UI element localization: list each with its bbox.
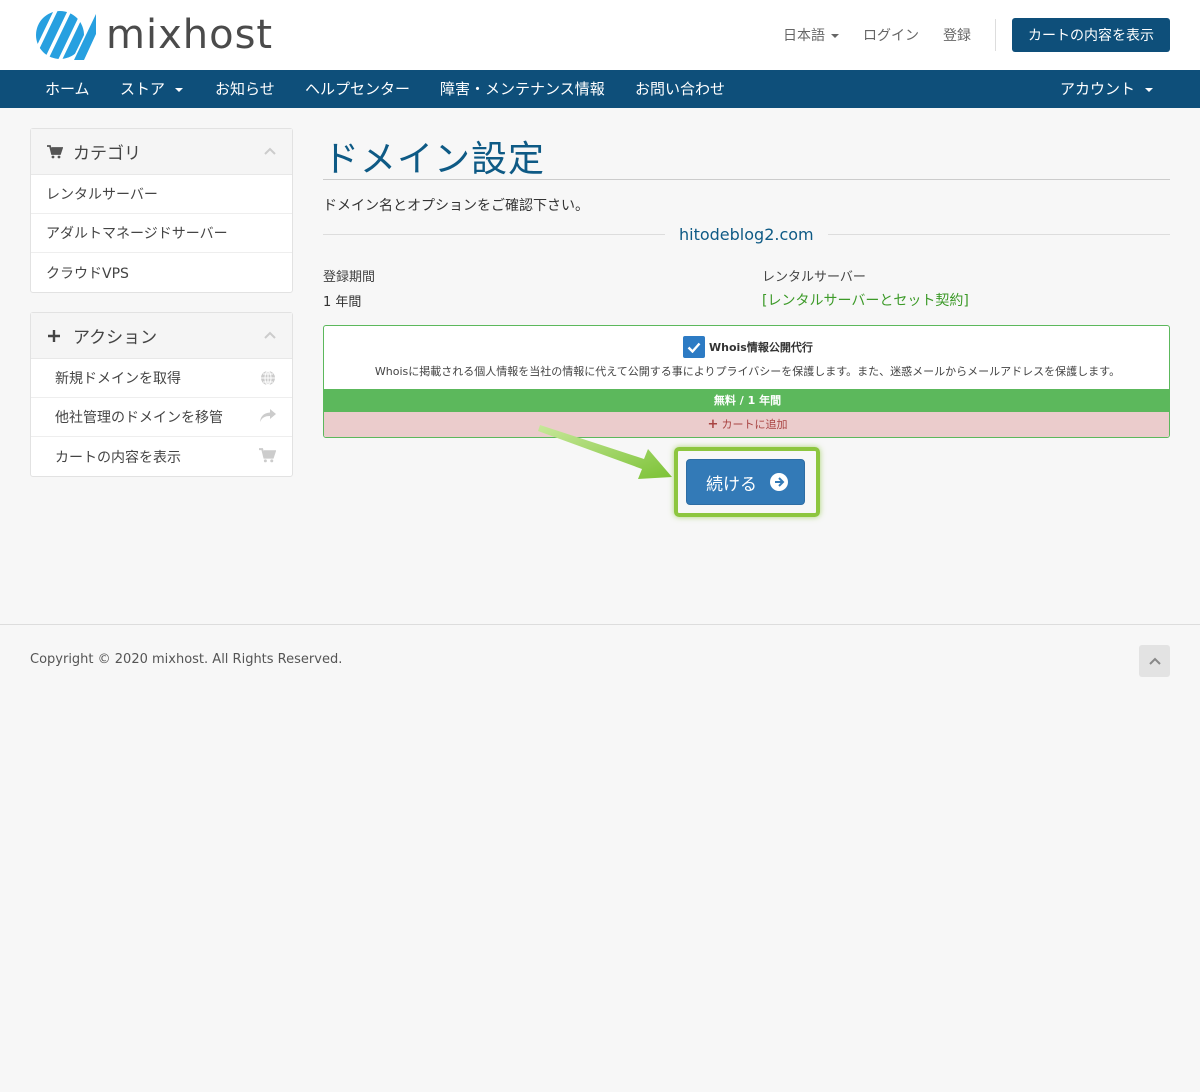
nav-account-label: アカウント xyxy=(1060,80,1136,98)
nav-store[interactable]: ストア xyxy=(120,70,184,108)
domain-name: hitodeblog2.com xyxy=(665,225,828,244)
back-to-top-button[interactable] xyxy=(1139,645,1170,677)
caret-down-icon xyxy=(1145,87,1154,92)
title-divider xyxy=(323,179,1170,180)
language-label: 日本語 xyxy=(783,28,825,44)
actions-title: アクション xyxy=(73,328,158,348)
chevron-up-icon[interactable] xyxy=(264,331,276,339)
nav-contact[interactable]: お問い合わせ xyxy=(635,70,725,108)
mixhost-logo[interactable]: mixhost xyxy=(30,10,273,60)
top-header: mixhost 日本語 ログイン 登録 カートの内容を表示 xyxy=(0,0,1200,70)
sidebar-action-label: カートの内容を表示 xyxy=(55,449,181,466)
sidebar-action-label: 他社管理のドメインを移管 xyxy=(55,410,223,426)
arrow-right-circle-icon xyxy=(770,473,788,491)
sidebar-action-transfer-domain[interactable]: 他社管理のドメインを移管 xyxy=(31,398,292,437)
categories-panel: カテゴリ レンタルサーバー アダルトマネージドサーバー クラウドVPS xyxy=(30,128,293,293)
view-cart-button[interactable]: カートの内容を表示 xyxy=(1012,18,1170,52)
chevron-up-icon[interactable] xyxy=(264,147,276,155)
whois-checkbox[interactable] xyxy=(683,336,705,358)
nav-help-center[interactable]: ヘルプセンター xyxy=(305,70,410,108)
sidebar-item-rental-server[interactable]: レンタルサーバー xyxy=(31,175,292,214)
globe-icon xyxy=(261,370,275,386)
nav-news[interactable]: お知らせ xyxy=(215,70,275,108)
logo-icon xyxy=(36,11,96,60)
green-arrow-annotation xyxy=(538,425,672,479)
cart-icon xyxy=(47,144,65,159)
header-divider xyxy=(995,19,996,51)
categories-title: カテゴリ xyxy=(73,144,141,164)
sidebar-action-view-cart[interactable]: カートの内容を表示 xyxy=(31,437,292,476)
cart-icon xyxy=(259,448,276,463)
register-link[interactable]: 登録 xyxy=(943,25,971,45)
nav-status[interactable]: 障害・メンテナンス情報 xyxy=(440,70,605,108)
sidebar-item-cloud-vps[interactable]: クラウドVPS xyxy=(31,253,292,292)
actions-panel-header[interactable]: アクション xyxy=(31,313,292,359)
whois-addon-price: 無料 / 1 年間 xyxy=(324,389,1169,412)
add-to-cart-button[interactable]: + カートに追加 xyxy=(324,412,1169,437)
caret-down-icon xyxy=(831,34,839,38)
whois-addon-title: Whois情報公開代行 xyxy=(709,341,813,354)
share-arrow-icon xyxy=(260,409,276,422)
page-title: ドメイン設定 xyxy=(323,139,546,180)
plus-icon xyxy=(47,329,65,343)
continue-button[interactable]: 続ける xyxy=(686,459,805,505)
period-label: 登録期間 xyxy=(323,270,376,285)
sidebar-action-register-domain[interactable]: 新規ドメインを取得 xyxy=(31,359,292,398)
whois-addon-description: Whoisに掲載される個人情報を当社の情報に代えて公開する事によりプライバシーを… xyxy=(374,365,1121,378)
language-selector[interactable]: 日本語 xyxy=(783,25,839,45)
chevron-up-icon xyxy=(1148,657,1161,665)
server-label: レンタルサーバー xyxy=(762,270,866,285)
intro-text: ドメイン名とオプションをご確認下さい。 xyxy=(323,198,589,214)
categories-panel-header[interactable]: カテゴリ xyxy=(31,129,292,175)
whois-addon-panel: Whois情報公開代行 Whoisに掲載される個人情報を当社の情報に代えて公開す… xyxy=(323,325,1170,438)
period-value: 1 年間 xyxy=(323,295,362,310)
checkmark-icon xyxy=(687,342,701,353)
login-link[interactable]: ログイン xyxy=(863,25,919,45)
sidebar-item-adult-managed-server[interactable]: アダルトマネージドサーバー xyxy=(31,214,292,253)
nav-account[interactable]: アカウント xyxy=(1060,70,1154,108)
logo-wordmark: mixhost xyxy=(106,12,274,58)
main-navbar: ホーム ストア お知らせ ヘルプセンター 障害・メンテナンス情報 お問い合わせ … xyxy=(0,70,1200,108)
nav-home[interactable]: ホーム xyxy=(45,70,90,108)
nav-store-label: ストア xyxy=(120,80,166,98)
plus-icon: + xyxy=(707,417,719,432)
footer-divider xyxy=(0,624,1200,625)
copyright-text: Copyright © 2020 mixhost. All Rights Res… xyxy=(30,652,343,667)
caret-down-icon xyxy=(175,87,184,92)
continue-label: 続ける xyxy=(706,474,757,495)
server-bundle-link[interactable]: [レンタルサーバーとセット契約] xyxy=(762,290,969,310)
actions-panel: アクション 新規ドメインを取得 他社管理のドメインを移管 カートの内容を表示 xyxy=(30,312,293,477)
sidebar-action-label: 新規ドメインを取得 xyxy=(55,371,181,387)
add-to-cart-label: カートに追加 xyxy=(721,418,788,431)
